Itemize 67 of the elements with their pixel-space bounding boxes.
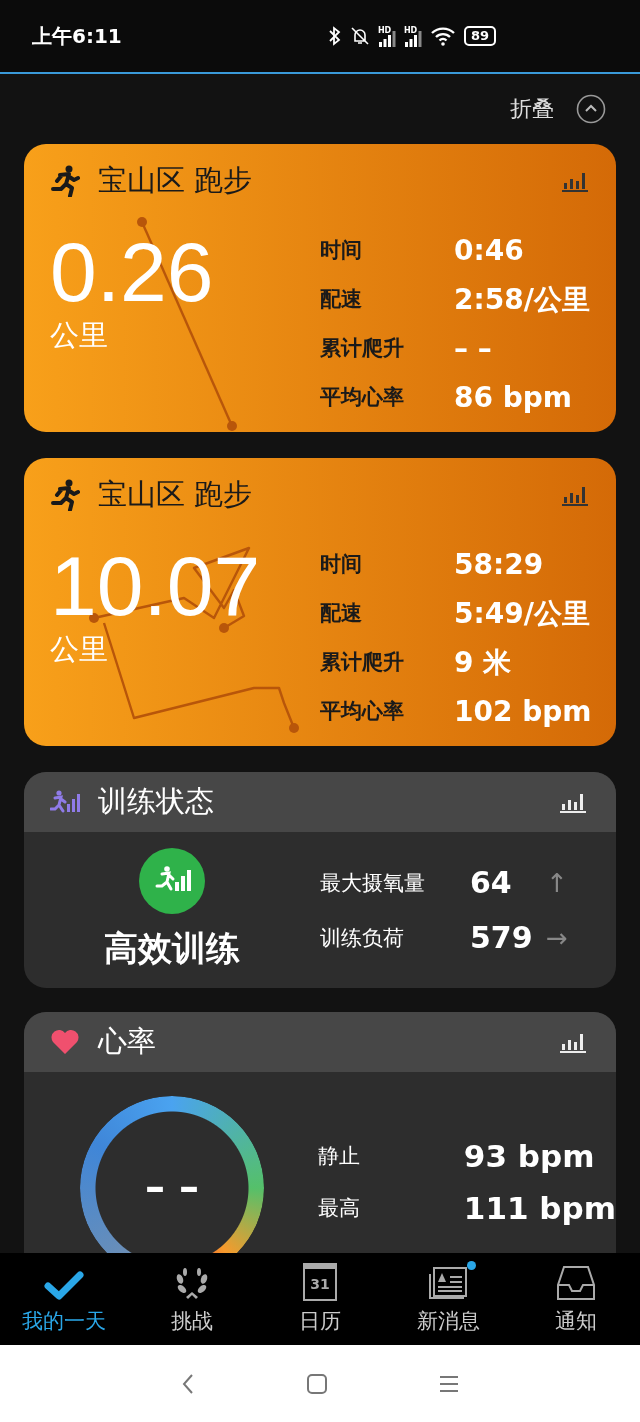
newspaper-icon — [428, 1265, 468, 1301]
stat-label: 配速 — [320, 600, 363, 627]
training-icon — [50, 790, 80, 814]
metric-label: 训练负荷 — [320, 924, 405, 952]
trend-arrow: ↑ — [546, 867, 568, 898]
battery-icon: 89 — [463, 26, 496, 46]
stat-value: 5:49/公里 — [454, 596, 591, 632]
collapse-label[interactable]: 折叠 — [510, 94, 554, 124]
stat-value: 93 bpm — [463, 1138, 596, 1174]
distance-unit: 公里 — [50, 631, 109, 668]
stat-label: 平均心率 — [320, 698, 405, 725]
distance-value: 10.07 — [50, 538, 262, 634]
card-title: 心率 — [98, 1023, 156, 1060]
nav-tab[interactable]: 31 日历 — [256, 1253, 384, 1345]
distance-unit: 公里 — [50, 317, 109, 354]
stat-label: 时间 — [320, 551, 363, 578]
home-icon[interactable] — [306, 1372, 328, 1395]
chart-icon[interactable] — [562, 170, 588, 192]
activity-title: 宝山区 跑步 — [98, 476, 253, 513]
heart-icon — [50, 1029, 80, 1055]
bluetooth-icon — [327, 26, 342, 46]
activity-card[interactable]: 宝山区 跑步 10.07 公里 时间 58:29 配速 5:49/公里 累计爬升 9 米 平均心率 102 bpm — [24, 458, 616, 746]
nav-tab[interactable]: 我的一天 — [0, 1253, 128, 1345]
stat-label: 静止 — [317, 1143, 361, 1170]
nav-tab[interactable]: 通知 — [512, 1253, 640, 1345]
stat-label: 配速 — [320, 286, 363, 313]
stat-value: – – — [454, 331, 493, 367]
inbox-icon — [556, 1265, 596, 1301]
stat-value: 102 bpm — [454, 694, 592, 730]
current-heart-rate: – – — [144, 1164, 200, 1210]
activity-card[interactable]: 宝山区 跑步 0.26 公里 时间 0:46 配速 2:58/公里 累计爬升 – – 平均心率 86 bpm — [24, 144, 616, 432]
stat-label: 时间 — [320, 237, 363, 264]
wifi-icon — [429, 26, 456, 46]
nav-tab[interactable]: 挑战 — [128, 1253, 256, 1345]
stat-value: 2:58/公里 — [454, 282, 590, 318]
metric-value: 64 — [470, 865, 513, 900]
stat-value: 86 bpm — [454, 380, 573, 416]
stat-value: 0:46 — [454, 233, 525, 269]
stat-label: 累计爬升 — [320, 335, 405, 362]
training-state: 高效训练 — [104, 927, 240, 970]
collapse-icon[interactable] — [576, 94, 606, 124]
chart-icon[interactable] — [560, 791, 586, 813]
check-icon — [44, 1271, 84, 1301]
calendar-icon: 31 — [303, 1263, 337, 1301]
training-badge-icon — [139, 848, 205, 914]
stat-label: 最高 — [317, 1195, 361, 1222]
chart-icon[interactable] — [560, 1031, 586, 1053]
stat-label: 平均心率 — [320, 384, 405, 411]
heart-rate-card[interactable]: 心率 – – 静止 93 bpm 最高 111 bpm — [24, 1012, 616, 1253]
training-status-card[interactable]: 训练状态 高效训练 最大摄氧量 64 ↑ 训练负荷 579 → — [24, 772, 616, 988]
nav-tab[interactable]: 新消息 — [384, 1253, 512, 1345]
activity-title: 宝山区 跑步 — [98, 162, 253, 199]
status-time: 上午6:11 — [32, 22, 122, 50]
runner-icon — [50, 479, 80, 511]
distance-value: 0.26 — [50, 224, 215, 320]
chart-icon[interactable] — [562, 484, 588, 506]
stat-label: 累计爬升 — [320, 649, 405, 676]
runner-icon — [50, 165, 80, 197]
stat-value: 9 米 — [454, 645, 513, 681]
stat-value: 111 bpm — [463, 1190, 616, 1226]
metric-label: 最大摄氧量 — [320, 869, 426, 897]
card-title: 训练状态 — [98, 783, 214, 820]
trend-arrow: → — [546, 922, 568, 953]
muted-bell-icon — [349, 26, 370, 46]
stat-value: 58:29 — [454, 547, 545, 583]
menu-icon[interactable] — [438, 1373, 460, 1394]
metric-value: 579 — [470, 920, 534, 955]
